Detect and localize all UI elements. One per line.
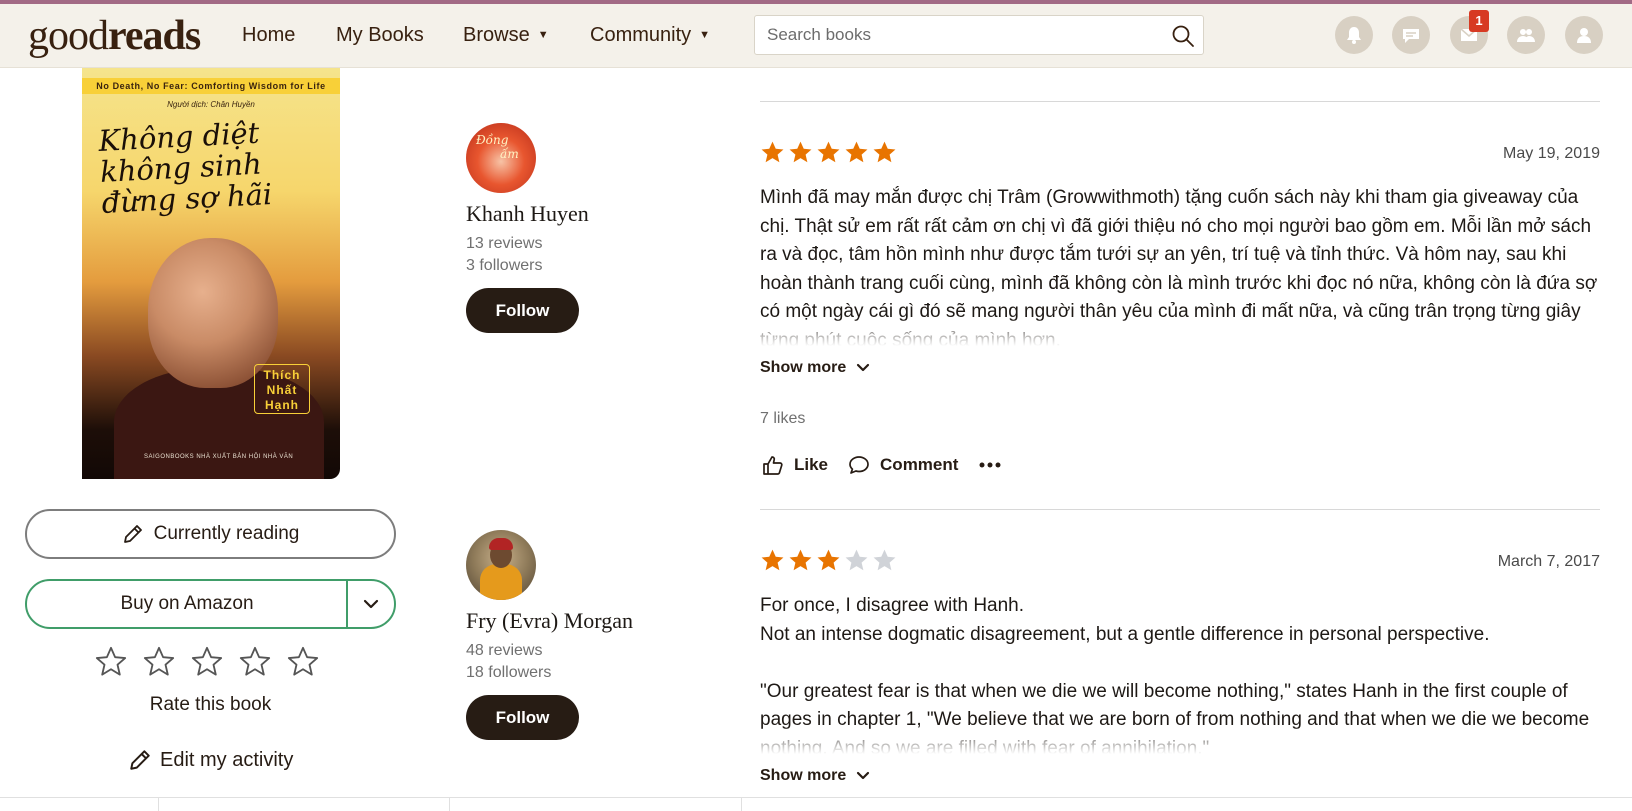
- star-filled-icon: [789, 141, 812, 163]
- nav-my-books[interactable]: My Books: [336, 21, 424, 49]
- star-filled-icon: [789, 549, 812, 571]
- review-date[interactable]: March 7, 2017: [1498, 553, 1600, 571]
- avatar-text: Đồng: [476, 133, 509, 147]
- caret-down-icon: ▼: [699, 29, 711, 41]
- rate-stars[interactable]: [94, 645, 320, 679]
- star-filled-icon: [761, 549, 784, 571]
- caret-down-icon: ▼: [537, 29, 549, 41]
- star-filled-icon: [845, 141, 868, 163]
- star-outline-icon[interactable]: [286, 645, 320, 679]
- review-date[interactable]: May 19, 2019: [1503, 145, 1600, 163]
- footer-divider: [158, 797, 159, 811]
- cover-band-text: No Death, No Fear: Comforting Wisdom for…: [82, 78, 340, 94]
- nav-community-label: Community: [590, 24, 692, 46]
- reviewer-avatar[interactable]: Đồng ấm: [466, 123, 536, 193]
- cover-translator: Người dịch: Chân Huyền: [167, 100, 255, 109]
- like-label: Like: [794, 455, 829, 474]
- reviewer-reviews-count: 48 reviews: [466, 642, 543, 659]
- currently-reading-label: Currently reading: [153, 523, 300, 544]
- logo-reads: reads: [108, 13, 201, 59]
- show-more-button[interactable]: Show more: [760, 359, 870, 377]
- star-filled-icon: [873, 141, 896, 163]
- cover-title: Không diệt không sinh đừng sợ hãi: [97, 115, 273, 220]
- chat-icon[interactable]: [1392, 16, 1430, 54]
- book-cover[interactable]: No Death, No Fear: Comforting Wisdom for…: [82, 68, 340, 479]
- star-outline-icon[interactable]: [142, 645, 176, 679]
- search-icon[interactable]: [1171, 24, 1195, 53]
- goodreads-logo[interactable]: goodreads: [28, 12, 201, 60]
- review-rating-stars: [760, 140, 897, 165]
- nav-home-label: Home: [242, 24, 296, 46]
- likes-count[interactable]: 7 likes: [760, 410, 805, 428]
- buy-on-amazon-button[interactable]: Buy on Amazon: [25, 579, 396, 629]
- comment-label: Comment: [880, 455, 959, 474]
- reviewer-name[interactable]: Fry (Evra) Morgan: [466, 608, 633, 634]
- reviewer-avatar[interactable]: [466, 530, 536, 600]
- nav-browse[interactable]: Browse ▼: [463, 21, 549, 49]
- chevron-down-icon[interactable]: [348, 581, 394, 627]
- buy-on-amazon-label: Buy on Amazon: [120, 593, 254, 614]
- friends-icon[interactable]: [1507, 16, 1545, 54]
- text-fade: [760, 728, 1600, 754]
- profile-icon[interactable]: [1565, 16, 1603, 54]
- rate-this-book-label: Rate this book: [149, 694, 272, 715]
- avatar-text: ấm: [500, 147, 519, 161]
- footer-divider: [0, 797, 1632, 798]
- edit-my-activity-link[interactable]: Edit my activity: [128, 748, 293, 772]
- review-text: For once, I disagree with Hanh. Not an i…: [760, 592, 1600, 754]
- reviewer-followers: 18 followers: [466, 664, 552, 681]
- reviewer-followers: 3 followers: [466, 257, 543, 274]
- comment-icon: [849, 456, 869, 474]
- search-input[interactable]: [755, 16, 1155, 54]
- pencil-icon: [123, 525, 142, 543]
- star-filled-icon: [817, 141, 840, 163]
- search-box: [754, 15, 1204, 55]
- thumbs-up-icon: [763, 456, 783, 475]
- show-more-label: Show more: [760, 767, 847, 784]
- star-filled-icon: [817, 549, 840, 571]
- chevron-down-icon: [857, 363, 870, 372]
- logo-good: good: [28, 13, 109, 59]
- pencil-icon: [130, 750, 150, 770]
- star-outline-icon[interactable]: [190, 645, 224, 679]
- currently-reading-button[interactable]: Currently reading: [25, 509, 396, 559]
- text-fade: [760, 320, 1600, 346]
- avatar-figure: [489, 538, 513, 550]
- nav-my-books-label: My Books: [336, 24, 424, 46]
- more-options-icon[interactable]: [978, 461, 1002, 469]
- footer-divider: [449, 797, 450, 811]
- edit-my-activity-label: Edit my activity: [160, 748, 294, 771]
- review-divider: [760, 101, 1600, 102]
- review-text: Mình đã may mắn được chị Trâm (Growwithm…: [760, 184, 1600, 346]
- reviewer-reviews-count: 13 reviews: [466, 235, 543, 252]
- cover-publisher: SAIGONBOOKS NHÀ XUẤT BẢN HỘI NHÀ VĂN: [144, 454, 294, 460]
- review-divider: [760, 509, 1600, 510]
- nav-browse-label: Browse: [463, 24, 530, 46]
- comment-button[interactable]: Comment: [848, 454, 958, 476]
- site-header: goodreads Home My Books Browse ▼ Communit…: [0, 4, 1632, 68]
- bell-icon[interactable]: [1335, 16, 1373, 54]
- avatar-figure: [480, 564, 522, 600]
- review-rating-stars: [760, 548, 897, 573]
- like-button[interactable]: Like: [762, 454, 828, 476]
- star-empty-icon: [845, 549, 868, 571]
- star-filled-icon: [761, 141, 784, 163]
- follow-button[interactable]: Follow: [466, 695, 579, 740]
- star-outline-icon[interactable]: [238, 645, 272, 679]
- nav-community[interactable]: Community ▼: [590, 21, 710, 49]
- nav-home[interactable]: Home: [242, 21, 295, 49]
- reviewer-name[interactable]: Khanh Huyen: [466, 201, 589, 227]
- show-more-label: Show more: [760, 359, 847, 376]
- cover-author: Thích Nhất Hạnh: [254, 364, 310, 414]
- review-actions: Like Comment: [762, 454, 1022, 476]
- star-empty-icon: [873, 549, 896, 571]
- show-more-button[interactable]: Show more: [760, 767, 870, 785]
- messages-badge: 1: [1469, 10, 1489, 32]
- follow-button[interactable]: Follow: [466, 288, 579, 333]
- chevron-down-icon: [857, 771, 870, 780]
- star-outline-icon[interactable]: [94, 645, 128, 679]
- footer-divider: [741, 797, 742, 811]
